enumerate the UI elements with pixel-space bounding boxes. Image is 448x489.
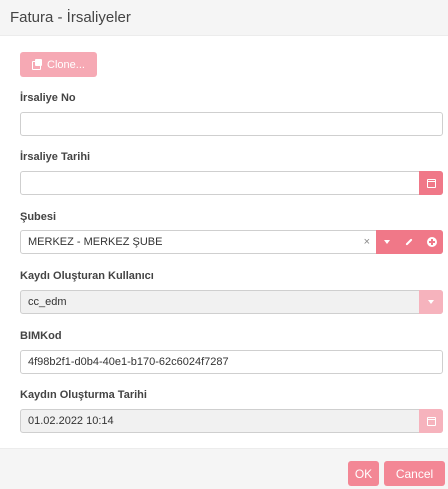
subesi-edit-button[interactable] — [398, 230, 420, 254]
subesi-actions — [376, 230, 443, 254]
calendar-icon — [426, 178, 436, 188]
kaydi-olusturan-select: cc_edm — [20, 290, 443, 314]
kaydi-olusturan-label: Kaydı Oluşturan Kullanıcı — [20, 270, 154, 282]
close-icon[interactable]: × — [364, 231, 370, 253]
dialog-title: Fatura - İrsaliyeler — [10, 9, 131, 26]
calendar-icon — [426, 416, 436, 426]
bimkod-value: 4f98b2f1-d0b4-40e1-b170-62c6024f7287 — [28, 356, 229, 368]
clone-icon — [32, 59, 43, 70]
chevron-down-icon — [384, 240, 391, 244]
cancel-button[interactable]: Cancel — [384, 461, 445, 486]
plus-circle-icon — [426, 237, 437, 247]
kaydi-olusturan-dropdown-button — [419, 290, 443, 314]
clone-button[interactable]: Clone... — [20, 52, 97, 77]
subesi-value: MERKEZ - MERKEZ ŞUBE — [28, 236, 163, 248]
kaydin-olusturma-tarihi-input: 01.02.2022 10:14 — [20, 409, 443, 433]
kaydi-olusturan-value: cc_edm — [28, 296, 67, 308]
dialog-header: Fatura - İrsaliyeler — [0, 0, 448, 36]
irsaliye-tarihi-calendar-button[interactable] — [419, 171, 443, 195]
kaydin-olusturma-tarihi-label: Kaydın Oluşturma Tarihi — [20, 389, 147, 401]
kaydin-olusturma-tarihi-value: 01.02.2022 10:14 — [28, 415, 114, 427]
pencil-icon — [405, 238, 414, 246]
bimkod-label: BIMKod — [20, 330, 62, 342]
irsaliye-no-input[interactable] — [20, 112, 443, 136]
subesi-add-button[interactable] — [421, 230, 443, 254]
clone-button-label: Clone... — [47, 58, 85, 71]
kaydin-olusturma-tarihi-calendar-button — [419, 409, 443, 433]
bimkod-input[interactable]: 4f98b2f1-d0b4-40e1-b170-62c6024f7287 — [20, 350, 443, 374]
chevron-down-icon — [428, 300, 434, 304]
subesi-dropdown-button[interactable] — [376, 230, 398, 254]
irsaliye-tarihi-input[interactable] — [20, 171, 443, 195]
irsaliye-tarihi-label: İrsaliye Tarihi — [20, 151, 91, 163]
subesi-label: Şubesi — [20, 211, 57, 223]
subesi-select[interactable]: MERKEZ - MERKEZ ŞUBE × — [20, 230, 443, 254]
irsaliye-no-label: İrsaliye No — [20, 92, 76, 104]
dialog-footer: OK Cancel — [0, 448, 448, 489]
ok-button[interactable]: OK — [348, 461, 379, 486]
